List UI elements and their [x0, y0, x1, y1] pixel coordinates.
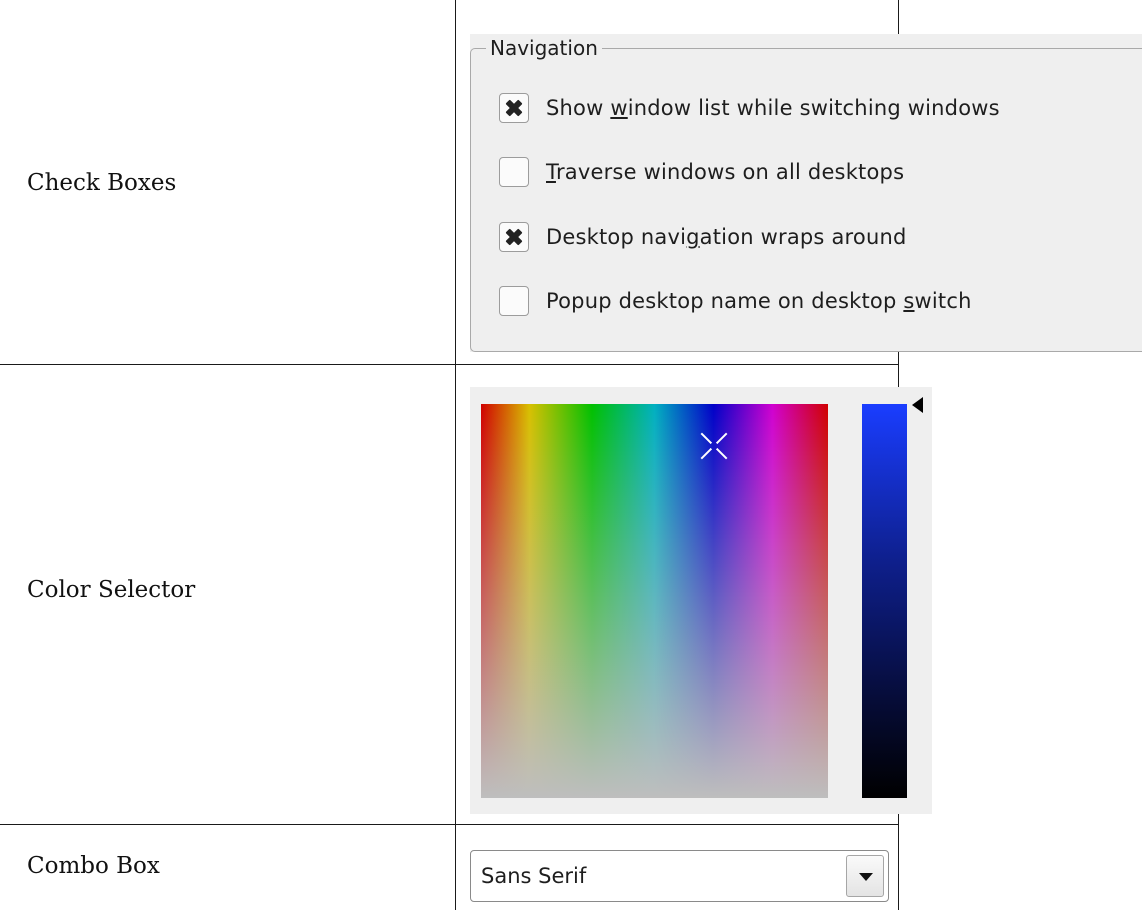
- hue-saturation-field[interactable]: [481, 404, 828, 798]
- crosshair-icon[interactable]: [696, 428, 732, 464]
- checkbox-unchecked-icon[interactable]: [499, 286, 529, 316]
- checkbox-label: Desktop navigation wraps around: [546, 225, 907, 249]
- color-selector: [470, 387, 932, 814]
- value-slider[interactable]: [862, 404, 907, 798]
- checkbox-navigation-wraps-around[interactable]: Desktop navigation wraps around: [499, 220, 907, 254]
- navigation-group: Navigation Show window list while switch…: [470, 34, 1142, 352]
- checkbox-show-window-list[interactable]: Show window list while switching windows: [499, 91, 1000, 125]
- slider-pointer-icon[interactable]: [912, 397, 923, 413]
- checkbox-label: Traverse windows on all desktops: [546, 160, 905, 184]
- checkbox-label: Popup desktop name on desktop switch: [546, 289, 972, 313]
- table-row-separator: [0, 364, 898, 365]
- row-label-color-selector: Color Selector: [27, 577, 196, 603]
- checkbox-popup-desktop-name[interactable]: Popup desktop name on desktop switch: [499, 284, 972, 318]
- widget-reference-table: Check Boxes Color Selector Combo Box Nav…: [0, 0, 1142, 910]
- font-combo-box[interactable]: Sans Serif: [470, 850, 889, 902]
- checkbox-checked-icon[interactable]: [499, 222, 529, 252]
- checkbox-label: Show window list while switching windows: [546, 96, 1000, 120]
- checkbox-unchecked-icon[interactable]: [499, 157, 529, 187]
- navigation-group-title: Navigation: [486, 36, 602, 60]
- checkbox-checked-icon[interactable]: [499, 93, 529, 123]
- row-label-combo-box: Combo Box: [27, 853, 160, 879]
- table-row-separator: [0, 824, 898, 825]
- row-label-check-boxes: Check Boxes: [27, 170, 177, 196]
- checkbox-traverse-all-desktops[interactable]: Traverse windows on all desktops: [499, 155, 904, 189]
- dropdown-arrow-icon[interactable]: [846, 855, 884, 897]
- table-divider-left-column: [455, 0, 456, 910]
- combo-box-value: Sans Serif: [481, 864, 587, 888]
